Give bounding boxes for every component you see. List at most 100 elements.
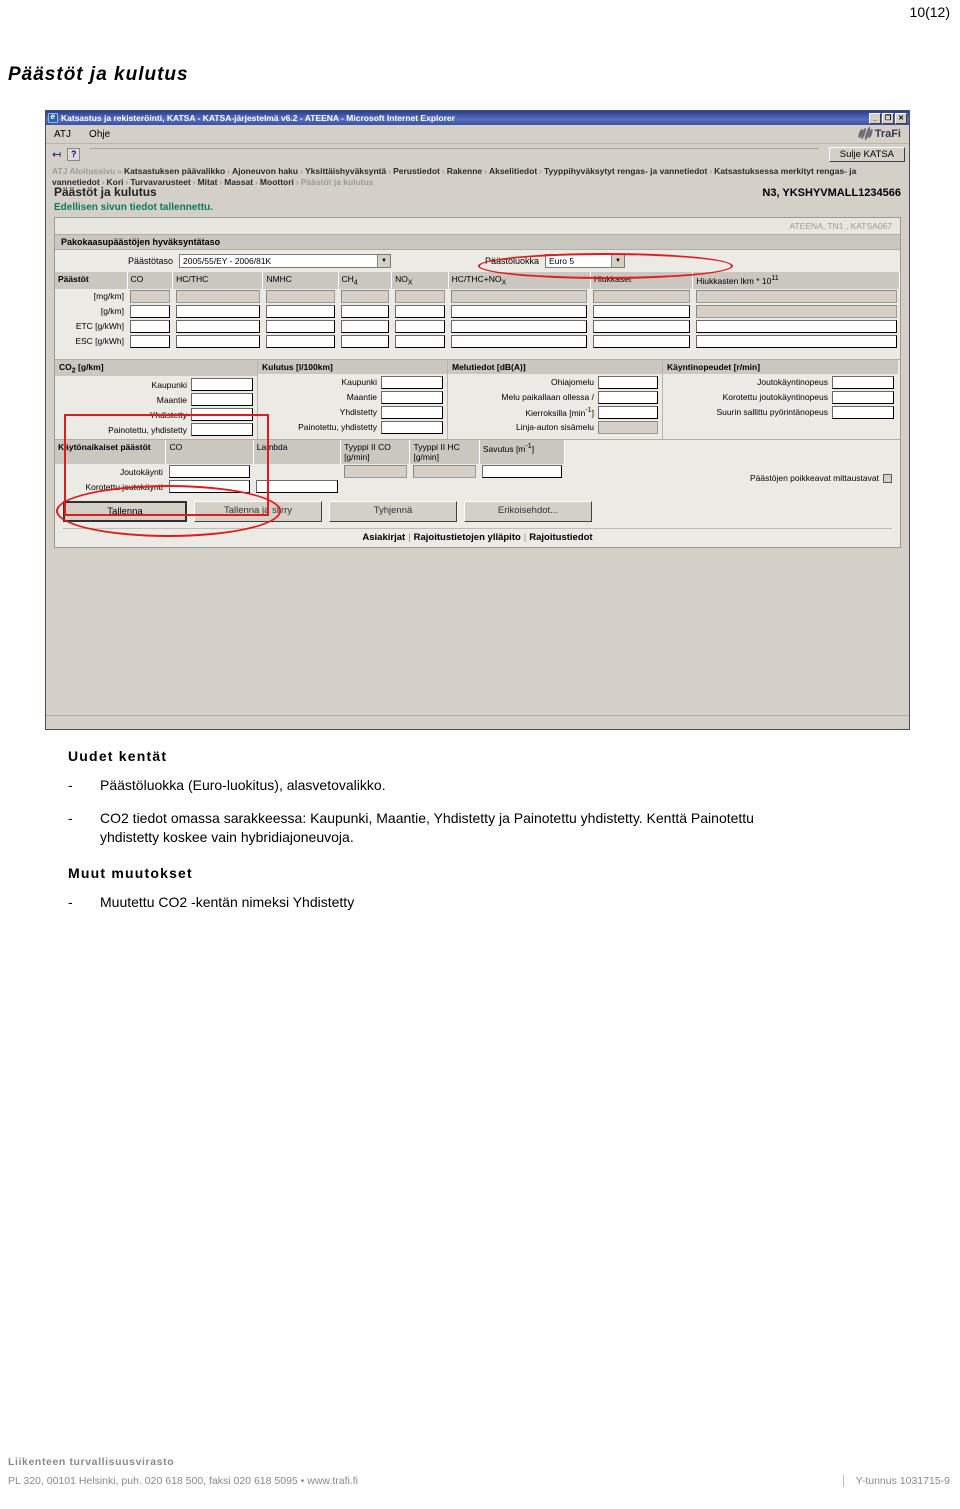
cell-input[interactable] [695, 304, 897, 318]
cell-input[interactable] [695, 319, 897, 333]
cell-input[interactable] [593, 334, 690, 348]
speed-joutokaynti-label: Joutokäyntinopeus [757, 377, 828, 388]
noise-sisamelu-input[interactable] [598, 420, 658, 434]
special-conditions-button[interactable]: Erikoisehdot... [464, 501, 592, 523]
speed-joutokaynti-input[interactable] [832, 375, 894, 389]
link-asiakirjat[interactable]: Asiakirjat [362, 532, 405, 543]
inuse-header-row: Käytönaikaiset päästöt CO Lambda Tyyppi … [55, 440, 566, 465]
cell-input[interactable] [394, 304, 446, 318]
cell-input[interactable] [168, 480, 251, 494]
noise-ohiajomelu-input[interactable] [598, 375, 658, 389]
link-rajoitustietojen-yllapito[interactable]: Rajoitustietojen ylläpito [414, 532, 521, 543]
cell-input[interactable] [451, 319, 588, 333]
help-question-icon[interactable]: ? [67, 147, 81, 161]
page-footer: Liikenteen turvallisuusvirasto PL 320, 0… [8, 1456, 950, 1487]
co2-section: CO2 [g/km] Kaupunki Maantie Yhdistetty P… [55, 359, 258, 440]
cell-input[interactable] [175, 304, 260, 318]
cell-input[interactable] [394, 334, 446, 348]
co2-yhdistetty-input[interactable] [191, 408, 253, 422]
menu-item-ohje[interactable]: Ohje [89, 129, 110, 140]
emission-class-select[interactable]: Euro 5 ▼ [545, 254, 625, 268]
menu-item-atj[interactable]: ATJ [54, 129, 71, 140]
co2-painotettu-input[interactable] [191, 423, 253, 437]
maximize-button[interactable]: ❐ [882, 112, 894, 124]
cell-input[interactable] [130, 319, 170, 333]
cell-input[interactable] [256, 480, 338, 494]
consumption-section: Kulutus [l/100km] Kaupunki Maantie Yhdis… [258, 359, 448, 440]
window-controls: _ ❐ ✕ [869, 112, 907, 124]
window-titlebar: Katsastus ja rekisteröinti, KATSA - KATS… [46, 111, 909, 125]
save-button[interactable]: Tallenna [63, 501, 187, 523]
co2-kaupunki-input[interactable] [191, 378, 253, 392]
inuse-col-savutus: Savutus [m-1] [479, 440, 566, 465]
cell-input[interactable] [451, 304, 588, 318]
breadcrumb-item-0[interactable]: ATJ Aloitussivu [52, 166, 115, 176]
breadcrumb-item-5[interactable]: Rakenne [447, 166, 482, 176]
cell-input[interactable] [130, 289, 170, 303]
cell-input[interactable] [695, 289, 897, 303]
emission-level-select[interactable]: 2005/55/EY - 2006/81K ▼ [179, 254, 391, 268]
inuse-col-lambda: Lambda [253, 440, 342, 465]
cell-input[interactable] [175, 319, 260, 333]
status-message: Edellisen sivun tiedot tallennettu. [54, 202, 213, 213]
cons-yhdistetty-input[interactable] [381, 405, 443, 419]
cell-input[interactable] [265, 319, 335, 333]
cell-input[interactable] [168, 465, 251, 479]
cons-painotettu-input[interactable] [381, 420, 443, 434]
cons-maantie-input[interactable] [381, 390, 443, 404]
breadcrumb-item-12[interactable]: Massat [224, 177, 253, 187]
cons-painotettu-label: Painotettu, yhdistetty [298, 422, 377, 433]
cell-input[interactable] [175, 334, 260, 348]
breadcrumb-item-1[interactable]: Katsastuksen päävalikko [124, 166, 225, 176]
save-and-continue-button[interactable]: Tallenna ja siirry [194, 501, 322, 523]
breadcrumb-item-6[interactable]: Akselitiedot [489, 166, 537, 176]
cell-input[interactable] [593, 319, 690, 333]
cell-input[interactable] [593, 289, 690, 303]
body-content: Uudet kentät - Päästöluokka (Euro-luokit… [68, 748, 768, 926]
cell-input[interactable] [451, 289, 588, 303]
cell-input[interactable] [695, 334, 897, 348]
breadcrumb-item-4[interactable]: Perustiedot [393, 166, 440, 176]
emissions-col-hiukkaset: Hiukkaset [590, 272, 694, 289]
link-rajoitustiedot[interactable]: Rajoitustiedot [529, 532, 592, 543]
breadcrumb-item-3[interactable]: Yksittäishyväksyntä [305, 166, 386, 176]
table-row: Korotettu joutokäynti [55, 479, 565, 494]
cell-input[interactable] [265, 304, 335, 318]
cell-input[interactable] [482, 465, 562, 479]
cell-input[interactable] [175, 289, 260, 303]
cell-input[interactable] [130, 304, 170, 318]
deviant-methods-checkbox[interactable] [883, 473, 892, 483]
cell-input[interactable] [394, 319, 446, 333]
speed-suurin-input[interactable] [832, 405, 894, 419]
cell-input[interactable] [265, 289, 335, 303]
breadcrumb-sep: › [255, 177, 258, 187]
cell-input[interactable] [341, 319, 389, 333]
minimize-button[interactable]: _ [869, 112, 881, 124]
cell-input[interactable] [593, 304, 690, 318]
breadcrumb-item-2[interactable]: Ajoneuvon haku [232, 166, 298, 176]
noise-paikallaan-input[interactable] [598, 390, 658, 404]
co2-maantie-input[interactable] [191, 393, 253, 407]
speed-korotettu-input[interactable] [832, 390, 894, 404]
emissions-corner-label: Päästöt [55, 272, 128, 289]
breadcrumb-item-11[interactable]: Mitat [198, 177, 218, 187]
cell-input[interactable] [341, 289, 389, 303]
close-katsa-button[interactable]: Sulje KATSA [828, 146, 905, 162]
breadcrumb-item-13[interactable]: Moottori [260, 177, 294, 187]
cell-input[interactable] [394, 289, 446, 303]
co2-section-header: CO2 [g/km] [55, 359, 257, 377]
cell-input[interactable] [343, 465, 407, 479]
back-arrow-icon[interactable]: ↤ [50, 148, 63, 161]
cell-input[interactable] [130, 334, 170, 348]
bullet-marker: - [68, 810, 73, 826]
clear-button[interactable]: Tyhjennä [329, 501, 457, 523]
cell-input[interactable] [265, 334, 335, 348]
breadcrumb-item-7[interactable]: Tyyppihyväksytyt rengas- ja vannetiedot [544, 166, 707, 176]
cell-input[interactable] [412, 465, 477, 479]
cell-input[interactable] [341, 304, 389, 318]
cell-input[interactable] [451, 334, 588, 348]
cons-kaupunki-input[interactable] [381, 375, 443, 389]
cell-input[interactable] [341, 334, 389, 348]
noise-kierroksilla-input[interactable] [598, 405, 658, 419]
close-button[interactable]: ✕ [895, 112, 907, 124]
